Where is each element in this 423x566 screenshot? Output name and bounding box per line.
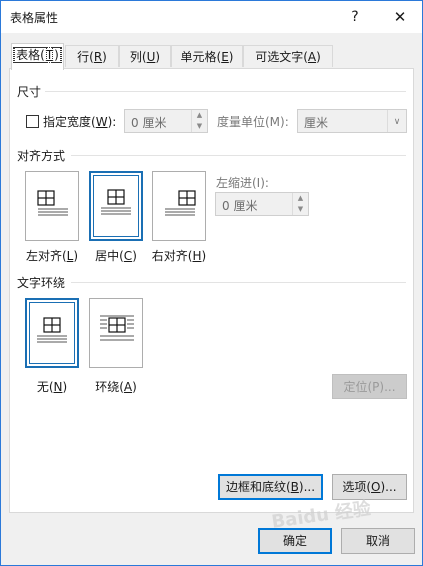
tab-cell-end: ) — [228, 50, 234, 64]
size-separator — [45, 91, 406, 92]
left-indent-value: 0 厘米 — [222, 199, 258, 213]
wrap-around-icon — [100, 315, 134, 341]
spin-up-icon[interactable]: ▲ — [293, 193, 308, 204]
wrap-none-option[interactable] — [25, 298, 79, 368]
wrap-none-icon — [37, 317, 67, 343]
tab-table-text: 表格( — [14, 47, 47, 63]
borders-shading-button[interactable]: 边框和底纹(B)... — [218, 474, 323, 500]
tab-table[interactable]: 表格(T) — [11, 43, 64, 70]
wrap-around-option[interactable] — [89, 298, 143, 368]
align-left-icon — [37, 190, 68, 216]
unit-select[interactable]: 厘米 ∨ — [297, 109, 407, 133]
tab-alt-text-text: 可选文字( — [255, 50, 308, 64]
align-right-icon — [165, 190, 196, 216]
tab-alt-text-end: ) — [316, 50, 321, 64]
options-end: )... — [380, 480, 397, 494]
title-bar: 表格属性 ? ✕ — [1, 1, 422, 33]
tab-panel-table — [9, 68, 414, 513]
borders-key: B — [290, 480, 299, 494]
tab-cell-key: E — [221, 50, 229, 64]
tab-column-end: ) — [155, 50, 161, 64]
wrap-none-text: 无( — [36, 380, 54, 394]
unit-value: 厘米 — [304, 116, 329, 130]
help-button[interactable]: ? — [333, 1, 377, 33]
unit-label: 度量单位(M): — [217, 115, 289, 129]
alignment-heading: 对齐方式 — [17, 149, 66, 163]
spin-down-icon[interactable]: ▼ — [192, 121, 207, 132]
tab-table-label: 表格(T) — [13, 47, 62, 63]
tab-cell-text: 单元格( — [180, 50, 222, 64]
align-center-label[interactable]: 居中(C) — [81, 247, 151, 264]
size-heading: 尺寸 — [17, 85, 42, 99]
tab-cell[interactable]: 单元格(E) — [171, 45, 243, 67]
align-left-end: ) — [73, 249, 79, 263]
align-center-icon — [101, 189, 131, 215]
options-key: O — [371, 480, 381, 494]
dialog-title: 表格属性 — [10, 11, 59, 25]
wrap-around-text: 环绕( — [95, 380, 124, 394]
wrapping-heading: 文字环绕 — [17, 276, 66, 290]
width-value: 0 厘米 — [131, 116, 167, 130]
width-input[interactable]: 0 厘米 ▲ ▼ — [124, 109, 208, 133]
left-indent-label: 左缩进(I): — [216, 176, 269, 190]
wrap-around-label[interactable]: 环绕(A) — [81, 378, 151, 395]
specify-width-label[interactable]: 指定宽度(W): — [43, 113, 116, 130]
tab-column-text: 列( — [129, 50, 147, 64]
align-center-end: ) — [132, 249, 137, 263]
wrap-around-end: ) — [132, 380, 137, 394]
close-button[interactable]: ✕ — [378, 1, 422, 33]
tab-row-end: ) — [102, 50, 107, 64]
align-left-option[interactable] — [25, 171, 79, 241]
specify-width-key: W — [95, 115, 108, 129]
align-left-text: 左对齐( — [25, 249, 67, 263]
tab-column[interactable]: 列(U) — [119, 45, 171, 67]
tab-table-end: ) — [52, 47, 61, 63]
wrap-none-end: ) — [62, 380, 68, 394]
align-right-label[interactable]: 右对齐(H) — [144, 247, 214, 264]
align-right-text: 右对齐( — [151, 249, 193, 263]
tab-alt-text-key: A — [307, 50, 317, 64]
align-center-text: 居中( — [95, 249, 124, 263]
cancel-button[interactable]: 取消 — [341, 528, 415, 554]
wrapping-separator — [71, 282, 406, 283]
options-text: 选项( — [342, 480, 372, 494]
tab-row-text: 行( — [77, 50, 94, 64]
position-button[interactable]: 定位(P)... — [332, 374, 407, 399]
alignment-separator — [71, 155, 406, 156]
spin-up-icon[interactable]: ▲ — [192, 110, 207, 121]
specify-width-end: ): — [107, 115, 117, 129]
borders-end: )... — [298, 480, 316, 494]
tab-strip: 表格(T) 行(R) 列(U) 单元格(E) 可选文字(A) — [9, 43, 414, 70]
chevron-down-icon[interactable]: ∨ — [387, 110, 406, 132]
align-center-option[interactable] — [89, 171, 143, 241]
align-center-key: C — [123, 249, 133, 263]
specify-width-text: 指定宽度( — [43, 115, 96, 129]
dialog-window: 表格属性 ? ✕ 表格(T) 行(R) 列(U) 单元格(E) 可选文字(A) … — [0, 0, 423, 566]
spin-down-icon[interactable]: ▼ — [293, 204, 308, 215]
tab-alt-text[interactable]: 可选文字(A) — [243, 45, 333, 67]
left-indent-input[interactable]: 0 厘米 ▲ ▼ — [215, 192, 309, 216]
tab-row[interactable]: 行(R) — [65, 45, 119, 67]
specify-width-checkbox[interactable] — [26, 115, 39, 128]
indent-spinner[interactable]: ▲ ▼ — [292, 193, 308, 215]
wrap-none-label[interactable]: 无(N) — [17, 378, 87, 395]
align-left-label[interactable]: 左对齐(L) — [17, 247, 87, 264]
wrap-around-key: A — [123, 380, 133, 394]
align-right-key: H — [192, 249, 202, 263]
align-right-option[interactable] — [152, 171, 206, 241]
ok-button[interactable]: 确定 — [258, 528, 332, 554]
borders-text: 边框和底纹( — [225, 480, 291, 494]
options-button[interactable]: 选项(O)... — [332, 474, 407, 500]
width-spinner[interactable]: ▲ ▼ — [191, 110, 207, 132]
tab-row-key: R — [93, 50, 103, 64]
align-right-end: ) — [201, 249, 207, 263]
